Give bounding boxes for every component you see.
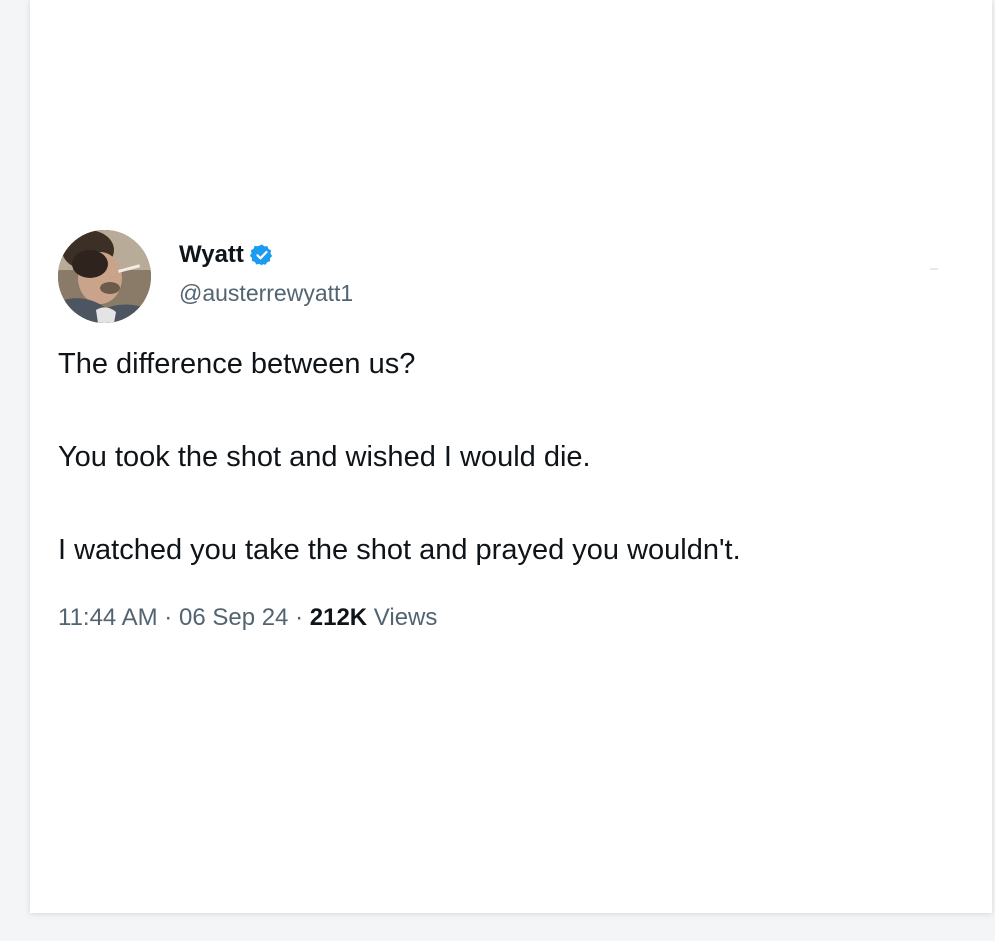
page: Wyatt @austerrewyatt1 The difference bet… <box>0 0 995 941</box>
tweet-text-line: I watched you take the shot and prayed y… <box>58 534 741 566</box>
meta-separator: · <box>164 604 173 631</box>
tweet-card: Wyatt @austerrewyatt1 The difference bet… <box>30 0 992 913</box>
verified-badge-icon <box>249 243 274 267</box>
handle[interactable]: @austerrewyatt1 <box>179 278 353 308</box>
tweet-text-line: The difference between us? <box>58 348 416 380</box>
display-name[interactable]: Wyatt <box>179 240 244 270</box>
avatar-image <box>58 230 151 323</box>
meta-separator: · <box>295 604 304 631</box>
tweet-time[interactable]: 11:44 AM <box>58 604 158 631</box>
views-count[interactable]: 212K <box>310 604 367 631</box>
avatar[interactable] <box>58 230 151 323</box>
more-options-icon[interactable] <box>930 268 938 270</box>
author-info: Wyatt @austerrewyatt1 <box>179 240 353 308</box>
tweet-header: Wyatt @austerrewyatt1 <box>58 230 938 324</box>
tweet-text-line: You took the shot and wished I would die… <box>58 441 591 473</box>
views-label: Views <box>373 604 438 631</box>
tweet-date[interactable]: 06 Sep 24 <box>179 604 288 631</box>
tweet-meta: 11:44 AM · 06 Sep 24 · 212K Views <box>58 602 437 634</box>
tweet-text: The difference between us? You took the … <box>58 340 958 574</box>
name-row: Wyatt <box>179 240 353 270</box>
